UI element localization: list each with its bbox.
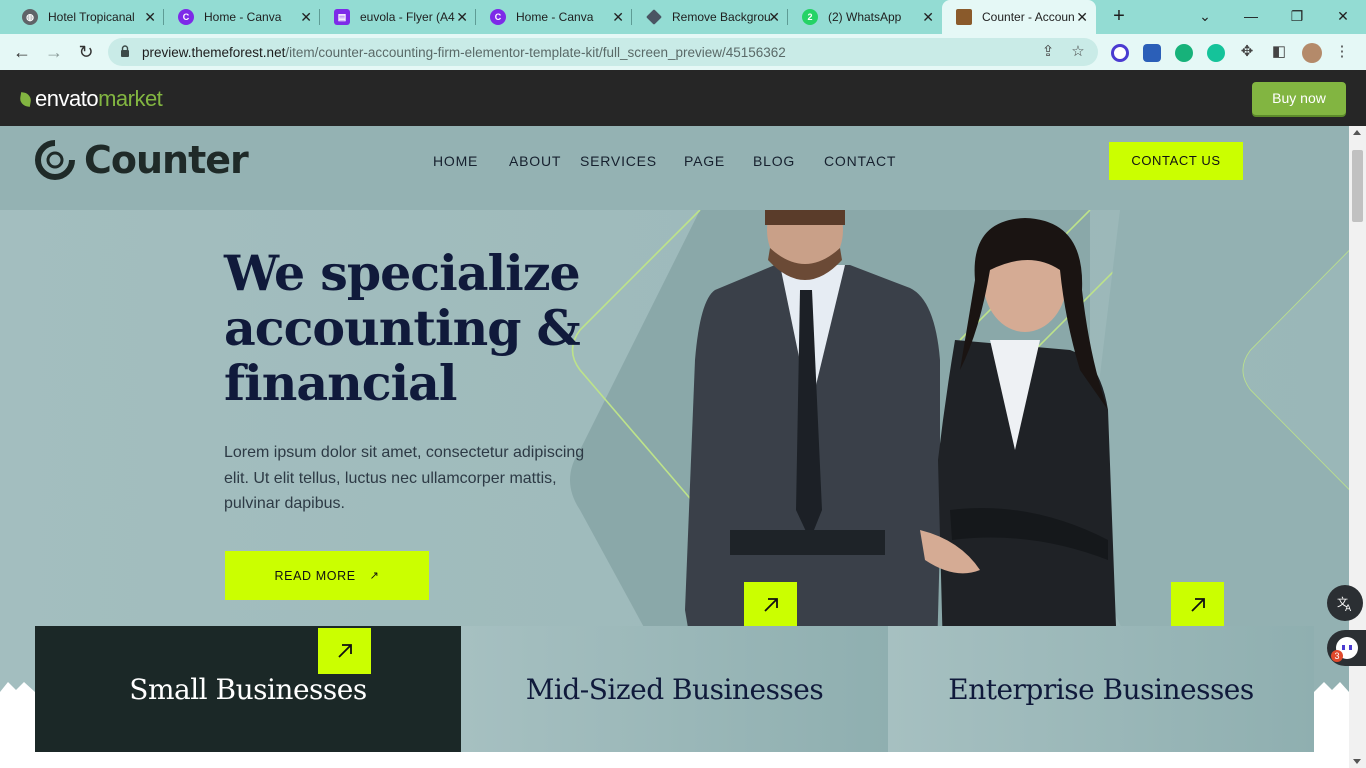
browser-tab-active[interactable]: Counter - Accoun ✕ [942,0,1096,34]
assistant-widget[interactable]: 3 [1327,630,1366,666]
photo-icon [956,9,972,25]
new-tab-button[interactable]: + [1108,5,1130,27]
hero-lead-text: Lorem ipsum dolor sit amet, consectetur … [224,444,585,512]
section-divider [35,752,1314,768]
business-cards-row: Small Businesses Mid-Sized Businesses En… [0,626,1349,768]
browser-tab[interactable]: ▤ euvola - Flyer (A4 ✕ [320,0,476,34]
back-icon[interactable]: ← [10,40,34,64]
bookmark-star-icon[interactable]: ☆ [1070,44,1086,60]
restore-icon[interactable]: ❐ [1282,5,1312,27]
printer-icon: ▤ [334,9,350,25]
close-tab-icon[interactable]: ✕ [1076,10,1088,24]
buy-now-button[interactable]: Buy now [1252,82,1346,115]
arrow-up-right-icon: ↗ [369,570,380,582]
forward-icon[interactable]: → [42,40,66,64]
read-more-button[interactable]: READ MORE ↗ [225,551,429,600]
menu-kebab-icon[interactable]: ⋮ [1334,44,1350,60]
menu-about[interactable]: ABOUT [509,153,561,169]
translate-glyph-icon: 文A [1337,595,1352,612]
minimize-icon[interactable]: — [1236,5,1266,27]
extensions-puzzle-icon[interactable]: ✥ [1239,44,1255,60]
zigzag-edge [0,682,35,768]
extension-icon[interactable] [1143,44,1161,62]
envato-market-bar: envato market Buy now [0,70,1366,126]
browser-tab[interactable]: C Home - Canva ✕ [476,0,632,34]
close-tab-icon[interactable]: ✕ [300,10,312,24]
site-header: Counter HOME ABOUT SERVICES PAGE BLOG CO… [0,126,1349,210]
scroll-up-icon[interactable] [1353,130,1361,135]
side-panel-icon[interactable]: ◧ [1271,44,1287,60]
reload-icon[interactable]: ↻ [74,40,98,64]
share-icon[interactable]: ⇪ [1040,44,1056,60]
close-window-icon[interactable]: ✕ [1328,5,1358,27]
lock-icon[interactable] [120,45,130,58]
arrow-up-right-icon [763,598,778,612]
card-mid-sized-businesses[interactable]: Mid-Sized Businesses [461,626,888,752]
address-bar[interactable]: preview.themeforest.net/item/counter-acc… [108,38,1098,66]
zigzag-edge [1314,682,1349,768]
profile-avatar[interactable] [1302,43,1322,63]
browser-tab-strip: ◍ Hotel Tropicanal ✕ C Home - Canva ✕ ▤ … [0,0,1366,34]
menu-services[interactable]: SERVICES [580,153,657,169]
close-tab-icon[interactable]: ✕ [612,10,624,24]
envato-market-logo[interactable]: envato market [18,86,163,112]
counter-logo[interactable]: Counter [34,138,249,182]
browser-tab[interactable]: C Home - Canva ✕ [164,0,320,34]
card-enterprise-businesses[interactable]: Enterprise Businesses [888,626,1314,752]
scroll-down-icon[interactable] [1353,759,1361,764]
tab-search-icon[interactable]: ⌄ [1190,5,1220,27]
card-small-businesses[interactable]: Small Businesses [35,626,461,752]
grammarly-icon[interactable] [1207,44,1225,62]
globe-icon: ◍ [22,9,38,25]
arrow-up-right-icon [337,644,352,658]
eye-icon [1348,645,1352,650]
site-preview: Counter HOME ABOUT SERVICES PAGE BLOG CO… [0,126,1349,768]
chatgpt-extension-icon[interactable] [1175,44,1193,62]
close-tab-icon[interactable]: ✕ [922,10,934,24]
svg-text:A: A [1345,604,1352,612]
counter-logo-icon [35,140,75,180]
arrow-up-right-button[interactable] [318,628,371,674]
page-scrollbar[interactable] [1349,126,1366,768]
close-tab-icon[interactable]: ✕ [456,10,468,24]
canva-icon: C [490,9,506,25]
menu-contact[interactable]: CONTACT [824,153,896,169]
browser-tab[interactable]: ◍ Hotel Tropicanal ✕ [8,0,164,34]
arrow-up-right-icon [1190,598,1205,612]
extension-icon[interactable] [1111,44,1129,62]
url-text: preview.themeforest.net/item/counter-acc… [142,45,786,60]
translate-icon[interactable]: 文A [1327,585,1363,621]
arrow-up-right-button[interactable] [1171,582,1224,628]
canva-icon: C [178,9,194,25]
menu-home[interactable]: HOME [433,153,478,169]
whatsapp-icon: 2 [802,9,818,25]
browser-toolbar: ← → ↻ preview.themeforest.net/item/count… [0,34,1366,70]
browser-tab[interactable]: 2 (2) WhatsApp ✕ [788,0,942,34]
arrow-up-right-button[interactable] [744,582,797,628]
menu-page[interactable]: PAGE [684,153,725,169]
eye-icon [1341,645,1345,650]
menu-blog[interactable]: BLOG [753,153,795,169]
diamond-icon [646,9,662,25]
close-tab-icon[interactable]: ✕ [144,10,156,24]
envato-leaf-icon [18,91,33,107]
scrollbar-thumb[interactable] [1352,150,1363,222]
close-tab-icon[interactable]: ✕ [768,10,780,24]
browser-tab[interactable]: Remove Backgrou ✕ [632,0,788,34]
hero-headline: We specialize accounting & financial [224,244,581,412]
contact-us-button[interactable]: CONTACT US [1109,142,1243,180]
notification-badge: 3 [1331,650,1343,662]
